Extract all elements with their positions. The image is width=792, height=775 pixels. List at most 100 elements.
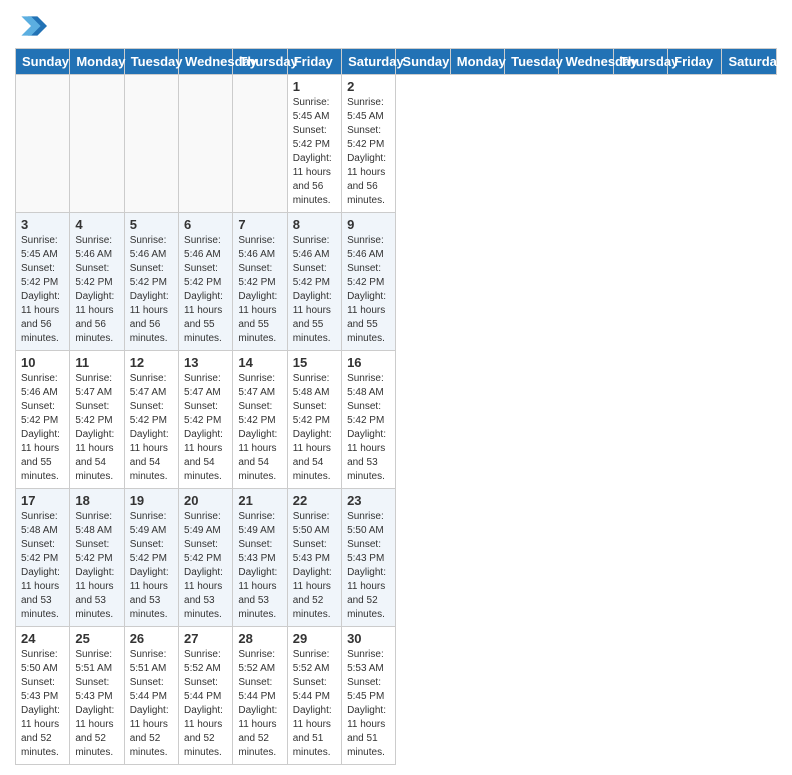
day-cell: 2 Sunrise: 5:45 AM Sunset: 5:42 PM Daylig… — [342, 75, 396, 213]
day-info: Sunrise: 5:48 AM Sunset: 5:42 PM Dayligh… — [293, 372, 336, 484]
day-cell: 18Sunrise: 5:48 AM Sunset: 5:42 PM Dayli… — [70, 489, 124, 627]
day-cell: 20 Sunrise: 5:49 AM Sunset: 5:42 PM Dayli… — [179, 489, 233, 627]
day-header-tuesday: Tuesday — [124, 49, 178, 75]
day-cell: 11 Sunrise: 5:47 AM Sunset: 5:42 PM Dayli… — [70, 351, 124, 489]
day-number: 23 — [347, 493, 390, 508]
day-info: Sunrise: 5:47 AM Sunset: 5:42 PM Dayligh… — [184, 372, 227, 484]
day-info: Sunrise: 5:52 AM Sunset: 5:44 PM Dayligh… — [238, 648, 281, 760]
day-cell: 7 Sunrise: 5:46 AM Sunset: 5:42 PM Daylig… — [233, 213, 287, 351]
day-info: Sunrise: 5:45 AM Sunset: 5:42 PM Dayligh… — [21, 234, 64, 346]
logo-icon — [15, 10, 47, 42]
week-row-1: 1Sunrise: 5:45 AM Sunset: 5:42 PM Daylig… — [16, 75, 777, 213]
day-number: 12 — [130, 355, 173, 370]
day-cell: 26Sunrise: 5:51 AM Sunset: 5:44 PM Dayli… — [124, 627, 178, 765]
day-info: Sunrise: 5:46 AM Sunset: 5:42 PM Dayligh… — [347, 234, 390, 346]
day-number: 11 — [75, 355, 118, 370]
day-number: 30 — [347, 631, 390, 646]
day-number: 14 — [238, 355, 281, 370]
day-number: 16 — [347, 355, 390, 370]
day-cell: 6 Sunrise: 5:46 AM Sunset: 5:42 PM Daylig… — [179, 213, 233, 351]
header — [15, 10, 777, 42]
day-info: Sunrise: 5:49 AM Sunset: 5:42 PM Dayligh… — [130, 510, 173, 622]
day-cell: 25 Sunrise: 5:51 AM Sunset: 5:43 PM Dayli… — [70, 627, 124, 765]
day-header-thursday: Thursday — [233, 49, 287, 75]
day-header-monday: Monday — [450, 49, 504, 75]
day-cell — [124, 75, 178, 213]
day-number: 25 — [75, 631, 118, 646]
day-number: 15 — [293, 355, 336, 370]
week-row-2: 3 Sunrise: 5:45 AM Sunset: 5:42 PM Daylig… — [16, 213, 777, 351]
day-header-thursday: Thursday — [613, 49, 667, 75]
day-info: Sunrise: 5:53 AM Sunset: 5:45 PM Dayligh… — [347, 648, 390, 760]
day-header-friday: Friday — [287, 49, 341, 75]
day-cell: 23 Sunrise: 5:50 AM Sunset: 5:43 PM Dayli… — [342, 489, 396, 627]
day-number: 13 — [184, 355, 227, 370]
day-number: 29 — [293, 631, 336, 646]
day-info: Sunrise: 5:46 AM Sunset: 5:42 PM Dayligh… — [293, 234, 336, 346]
header-row: SundayMondayTuesdayWednesdayThursdayFrid… — [16, 49, 777, 75]
day-number: 9 — [347, 217, 390, 232]
day-header-monday: Monday — [70, 49, 124, 75]
day-cell: 8Sunrise: 5:46 AM Sunset: 5:42 PM Daylig… — [287, 213, 341, 351]
day-cell: 16 Sunrise: 5:48 AM Sunset: 5:42 PM Dayli… — [342, 351, 396, 489]
day-cell — [233, 75, 287, 213]
day-header-sunday: Sunday — [396, 49, 450, 75]
day-cell: 29 Sunrise: 5:52 AM Sunset: 5:44 PM Dayli… — [287, 627, 341, 765]
day-info: Sunrise: 5:47 AM Sunset: 5:42 PM Dayligh… — [75, 372, 118, 484]
day-cell: 13 Sunrise: 5:47 AM Sunset: 5:42 PM Dayli… — [179, 351, 233, 489]
day-number: 3 — [21, 217, 64, 232]
day-number: 22 — [293, 493, 336, 508]
logo — [15, 10, 51, 42]
day-info: Sunrise: 5:46 AM Sunset: 5:42 PM Dayligh… — [130, 234, 173, 346]
day-cell: 28 Sunrise: 5:52 AM Sunset: 5:44 PM Dayli… — [233, 627, 287, 765]
day-cell: 12 Sunrise: 5:47 AM Sunset: 5:42 PM Dayli… — [124, 351, 178, 489]
day-info: Sunrise: 5:45 AM Sunset: 5:42 PM Dayligh… — [293, 96, 336, 208]
day-info: Sunrise: 5:52 AM Sunset: 5:44 PM Dayligh… — [184, 648, 227, 760]
calendar-table: SundayMondayTuesdayWednesdayThursdayFrid… — [15, 48, 777, 765]
day-number: 2 — [347, 79, 390, 94]
day-info: Sunrise: 5:48 AM Sunset: 5:42 PM Dayligh… — [75, 510, 118, 622]
day-cell: 9 Sunrise: 5:46 AM Sunset: 5:42 PM Daylig… — [342, 213, 396, 351]
day-header-saturday: Saturday — [342, 49, 396, 75]
day-cell: 4Sunrise: 5:46 AM Sunset: 5:42 PM Daylig… — [70, 213, 124, 351]
day-cell: 27 Sunrise: 5:52 AM Sunset: 5:44 PM Dayli… — [179, 627, 233, 765]
day-info: Sunrise: 5:47 AM Sunset: 5:42 PM Dayligh… — [130, 372, 173, 484]
day-info: Sunrise: 5:48 AM Sunset: 5:42 PM Dayligh… — [347, 372, 390, 484]
day-header-wednesday: Wednesday — [559, 49, 613, 75]
day-info: Sunrise: 5:50 AM Sunset: 5:43 PM Dayligh… — [347, 510, 390, 622]
day-number: 5 — [130, 217, 173, 232]
day-number: 28 — [238, 631, 281, 646]
day-number: 27 — [184, 631, 227, 646]
day-number: 26 — [130, 631, 173, 646]
week-row-4: 17 Sunrise: 5:48 AM Sunset: 5:42 PM Dayli… — [16, 489, 777, 627]
day-info: Sunrise: 5:52 AM Sunset: 5:44 PM Dayligh… — [293, 648, 336, 760]
day-cell: 1Sunrise: 5:45 AM Sunset: 5:42 PM Daylig… — [287, 75, 341, 213]
day-cell: 3 Sunrise: 5:45 AM Sunset: 5:42 PM Daylig… — [16, 213, 70, 351]
day-info: Sunrise: 5:46 AM Sunset: 5:42 PM Dayligh… — [75, 234, 118, 346]
day-cell — [16, 75, 70, 213]
day-number: 24 — [21, 631, 64, 646]
day-info: Sunrise: 5:50 AM Sunset: 5:43 PM Dayligh… — [293, 510, 336, 622]
day-number: 6 — [184, 217, 227, 232]
day-number: 10 — [21, 355, 64, 370]
day-info: Sunrise: 5:51 AM Sunset: 5:43 PM Dayligh… — [75, 648, 118, 760]
day-info: Sunrise: 5:47 AM Sunset: 5:42 PM Dayligh… — [238, 372, 281, 484]
day-header-tuesday: Tuesday — [505, 49, 559, 75]
day-cell: 15 Sunrise: 5:48 AM Sunset: 5:42 PM Dayli… — [287, 351, 341, 489]
day-cell — [70, 75, 124, 213]
day-info: Sunrise: 5:45 AM Sunset: 5:42 PM Dayligh… — [347, 96, 390, 208]
day-info: Sunrise: 5:49 AM Sunset: 5:42 PM Dayligh… — [184, 510, 227, 622]
week-row-3: 10 Sunrise: 5:46 AM Sunset: 5:42 PM Dayli… — [16, 351, 777, 489]
day-info: Sunrise: 5:46 AM Sunset: 5:42 PM Dayligh… — [238, 234, 281, 346]
day-cell: 24Sunrise: 5:50 AM Sunset: 5:43 PM Dayli… — [16, 627, 70, 765]
day-header-saturday: Saturday — [722, 49, 777, 75]
day-header-friday: Friday — [668, 49, 722, 75]
day-number: 17 — [21, 493, 64, 508]
day-info: Sunrise: 5:46 AM Sunset: 5:42 PM Dayligh… — [184, 234, 227, 346]
day-cell: 19Sunrise: 5:49 AM Sunset: 5:42 PM Dayli… — [124, 489, 178, 627]
day-cell — [179, 75, 233, 213]
day-cell: 21Sunrise: 5:49 AM Sunset: 5:43 PM Dayli… — [233, 489, 287, 627]
day-number: 20 — [184, 493, 227, 508]
day-number: 7 — [238, 217, 281, 232]
day-info: Sunrise: 5:46 AM Sunset: 5:42 PM Dayligh… — [21, 372, 64, 484]
